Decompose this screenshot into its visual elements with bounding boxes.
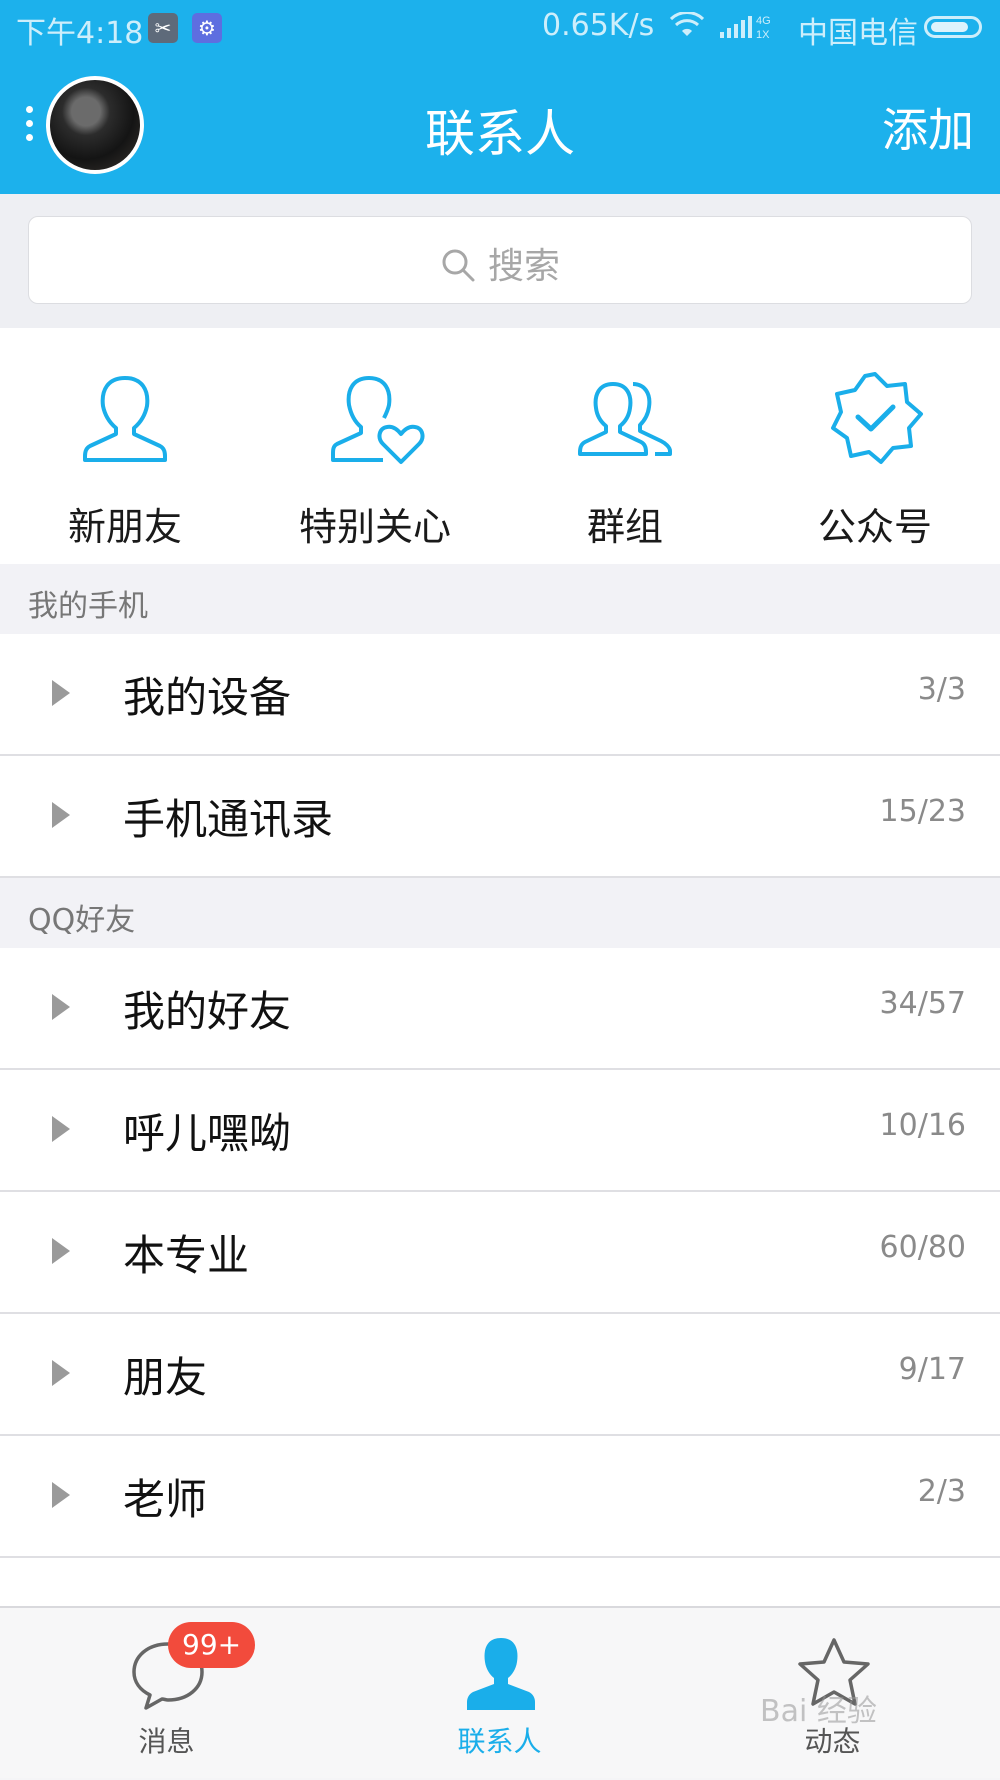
quick-action-label: 公众号: [817, 505, 932, 549]
search-input[interactable]: 搜索: [28, 216, 972, 304]
tab-messages[interactable]: 99+ 消息: [0, 1608, 333, 1780]
search-icon: [442, 249, 475, 282]
group-row-phone-contacts[interactable]: 手机通讯录 15/23: [0, 756, 1000, 878]
group-name: 朋友: [123, 1353, 208, 1402]
svg-text:4G: 4G: [756, 15, 771, 27]
expand-arrow-icon: [52, 994, 70, 1020]
group-count: 10/16: [879, 1108, 966, 1143]
carrier-name: 中国电信: [798, 16, 918, 51]
group-count: 60/80: [879, 1230, 966, 1265]
quick-actions: 新朋友 特别关心 群组 公众号: [0, 328, 1000, 564]
search-area: 搜索: [0, 194, 1000, 328]
group-name: 手机通讯录: [123, 795, 334, 844]
battery-level-fill: [931, 22, 968, 32]
group-count: 34/57: [879, 986, 966, 1021]
expand-arrow-icon: [52, 1482, 70, 1508]
group-name: 我的好友: [123, 987, 292, 1036]
signal-icon: 4G 1X: [720, 15, 771, 41]
expand-arrow-icon: [52, 1116, 70, 1142]
group-count: 3/3: [917, 672, 966, 707]
group-name: 呼儿嘿呦: [123, 1109, 292, 1158]
group-row-huer-heiyou[interactable]: 呼儿嘿呦 10/16: [0, 1070, 1000, 1192]
group-button[interactable]: 群组: [500, 328, 750, 564]
group-row-major[interactable]: 本专业 60/80: [0, 1192, 1000, 1314]
expand-arrow-icon: [52, 1238, 70, 1264]
scissors-notification-icon: ✂: [148, 13, 178, 43]
expand-arrow-icon: [52, 680, 70, 706]
group-icon: [578, 382, 672, 456]
search-placeholder: 搜索: [487, 246, 560, 287]
section-title: QQ好友: [28, 903, 136, 938]
group-row-friends[interactable]: 朋友 9/17: [0, 1314, 1000, 1436]
status-bar: 下午4:18 ✂ ⚙ 0.65K/s 4G 1X 中国电信: [0, 0, 1000, 56]
quick-action-label: 群组: [586, 505, 663, 549]
unread-badge: 99+: [168, 1622, 256, 1668]
quick-action-label: 新朋友: [67, 505, 182, 549]
wifi-icon: [670, 12, 704, 36]
section-header-qq-friends: QQ好友: [0, 878, 1000, 948]
watermark: Bai 经验: [760, 1694, 877, 1729]
network-speed: 0.65K/s: [542, 8, 655, 43]
group-row-teachers[interactable]: 老师 2/3: [0, 1436, 1000, 1558]
top-navigation-bar: 联系人 添加: [0, 56, 1000, 194]
group-row-partial[interactable]: [0, 1558, 1000, 1606]
new-friend-button[interactable]: 新朋友: [0, 328, 250, 564]
add-button[interactable]: 添加: [882, 94, 974, 160]
settings-notification-icon: ⚙: [192, 13, 222, 43]
contacts-icon: [467, 1638, 535, 1710]
expand-arrow-icon: [52, 802, 70, 828]
official-account-button[interactable]: 公众号: [750, 328, 1000, 564]
group-name: 老师: [123, 1475, 208, 1524]
section-header-my-phone: 我的手机: [0, 564, 1000, 634]
new-friend-icon: [83, 376, 167, 462]
tab-label: 消息: [138, 1725, 195, 1758]
battery-icon: [924, 16, 982, 38]
expand-arrow-icon: [52, 1360, 70, 1386]
section-title: 我的手机: [28, 589, 148, 624]
page-title: 联系人: [425, 105, 575, 163]
group-name: 我的设备: [123, 673, 292, 722]
group-count: 9/17: [898, 1352, 966, 1387]
group-name: 本专业: [123, 1231, 250, 1280]
status-time: 下午4:18: [16, 16, 144, 51]
official-account-icon: [831, 372, 923, 464]
group-row-my-friends[interactable]: 我的好友 34/57: [0, 948, 1000, 1070]
special-care-button[interactable]: 特别关心: [250, 328, 500, 564]
tab-label: 联系人: [457, 1725, 542, 1758]
group-count: 2/3: [917, 1474, 966, 1509]
group-row-my-devices[interactable]: 我的设备 3/3: [0, 634, 1000, 756]
quick-action-label: 特别关心: [298, 505, 451, 549]
special-care-icon: [331, 376, 425, 464]
group-count: 15/23: [879, 794, 966, 829]
svg-text:1X: 1X: [756, 29, 770, 41]
tab-contacts[interactable]: 联系人: [333, 1608, 666, 1780]
